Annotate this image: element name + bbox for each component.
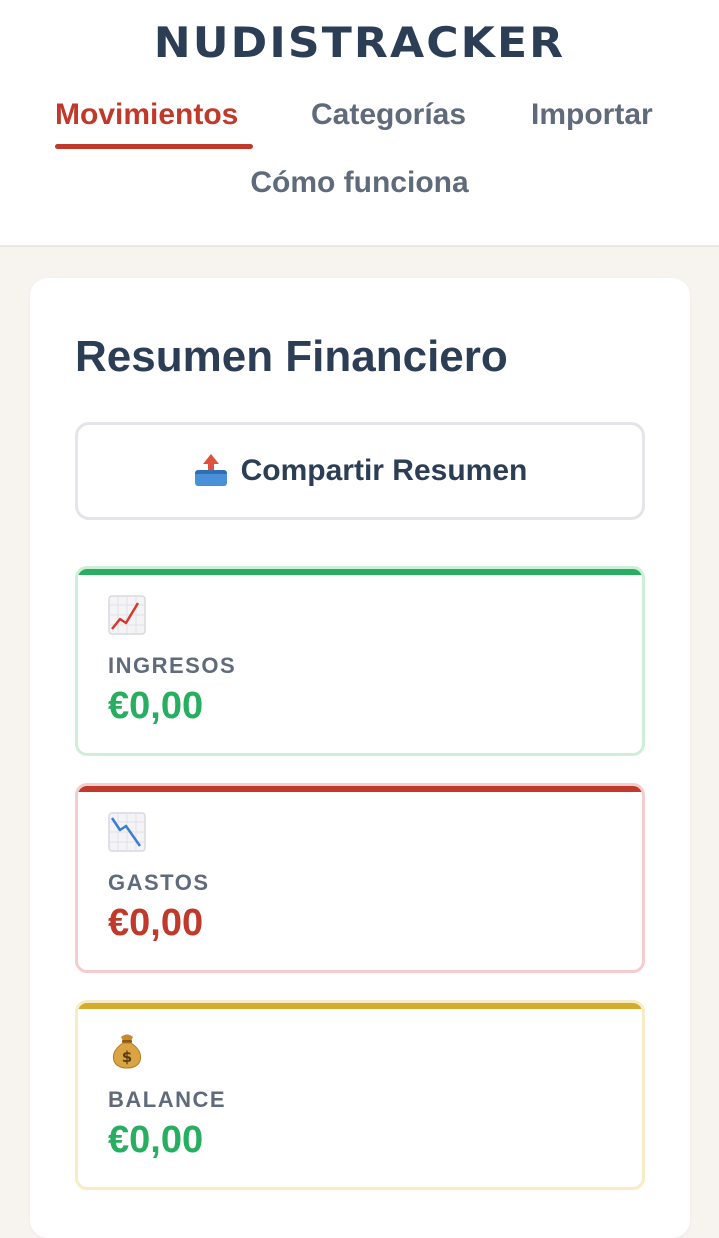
- nav-tab-movimientos[interactable]: Movimientos: [55, 98, 238, 132]
- svg-text:$: $: [122, 1048, 132, 1066]
- active-tab-indicator: [55, 144, 253, 149]
- balance-value: €0,00: [108, 1119, 204, 1161]
- money-bag-icon: $: [112, 1034, 142, 1069]
- expenses-label: GASTOS: [108, 870, 210, 895]
- chart-increasing-icon: [108, 595, 146, 635]
- share-summary-label: Compartir Resumen: [240, 454, 528, 487]
- share-summary-button[interactable]: Compartir Resumen: [75, 422, 645, 520]
- app-header: NUDISTRACKER Movimientos Categorías Impo…: [0, 0, 719, 247]
- outbox-tray-icon: [193, 454, 229, 488]
- summary-card: Resumen Financiero Compartir Resumen ING…: [30, 278, 690, 1238]
- chart-decreasing-icon: [108, 812, 146, 852]
- balance-label: BALANCE: [108, 1087, 227, 1112]
- nav-tab-categorias[interactable]: Categorías: [311, 98, 466, 132]
- balance-accent-bar: [78, 1003, 642, 1009]
- expenses-value: €0,00: [108, 902, 204, 944]
- summary-title: Resumen Financiero: [75, 332, 508, 381]
- income-accent-bar: [78, 569, 642, 575]
- app-logo[interactable]: NUDISTRACKER: [0, 18, 719, 67]
- nav-tab-como-funciona[interactable]: Cómo funciona: [0, 166, 719, 200]
- income-label: INGRESOS: [108, 653, 237, 678]
- balance-card: $ BALANCE €0,00: [75, 1000, 645, 1190]
- expenses-accent-bar: [78, 786, 642, 792]
- income-card: INGRESOS €0,00: [75, 566, 645, 756]
- nav-tab-importar[interactable]: Importar: [531, 98, 653, 132]
- income-value: €0,00: [108, 685, 204, 727]
- expenses-card: GASTOS €0,00: [75, 783, 645, 973]
